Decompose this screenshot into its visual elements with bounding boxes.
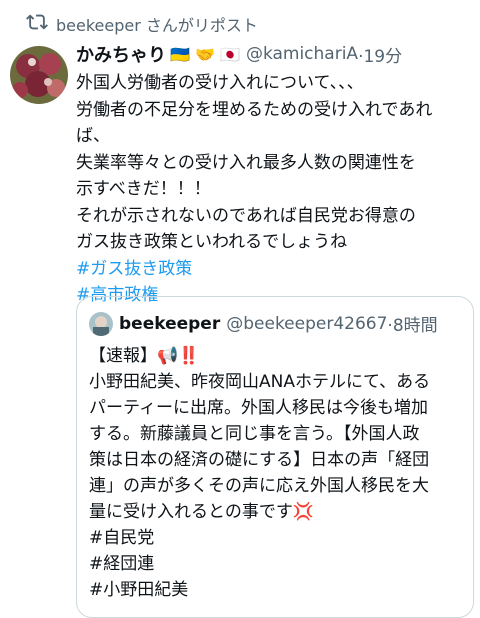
tweet-header: かみちゃり 🇺🇦 🤝 🇯🇵 @kamichariA ·19分 bbox=[76, 40, 472, 68]
repost-text: beekeeper さんがリポスト bbox=[56, 16, 258, 35]
handle[interactable]: @kamichariA bbox=[246, 44, 358, 64]
quote-handle[interactable]: @beekeeper42667 bbox=[226, 314, 387, 334]
quote-header: beekeeper @beekeeper42667 ·8時間 bbox=[89, 311, 438, 336]
quote-timestamp[interactable]: ·8時間 bbox=[387, 311, 437, 336]
avatar[interactable] bbox=[10, 46, 68, 104]
quote-body: 【速報】📢‼️ 小野田紀美、昨夜岡山ANAホテルにて、ある パーティーに出席。外… bbox=[89, 346, 431, 600]
timestamp[interactable]: ·19分 bbox=[358, 42, 402, 67]
repost-indicator[interactable]: beekeeper さんがリポスト bbox=[26, 12, 258, 36]
quote-tweet[interactable]: beekeeper @beekeeper42667 ·8時間 【速報】📢‼️ 小… bbox=[76, 296, 474, 618]
quote-display-name[interactable]: beekeeper bbox=[119, 314, 220, 334]
quote-avatar bbox=[89, 311, 113, 336]
tweet[interactable]: かみちゃり 🇺🇦 🤝 🇯🇵 @kamichariA ·19分 外国人労働者の受け… bbox=[76, 40, 472, 309]
repost-icon bbox=[26, 11, 48, 37]
hashtag-gasunuki[interactable]: #ガス抜き政策 bbox=[76, 256, 472, 283]
flags-emoji: 🇺🇦 🤝 🇯🇵 bbox=[170, 44, 240, 64]
display-name[interactable]: かみちゃり bbox=[76, 41, 166, 67]
tweet-body: 外国人労働者の受け入れについて、、、 労働者の不足分を埋めるための受け入れであれ… bbox=[76, 73, 433, 252]
